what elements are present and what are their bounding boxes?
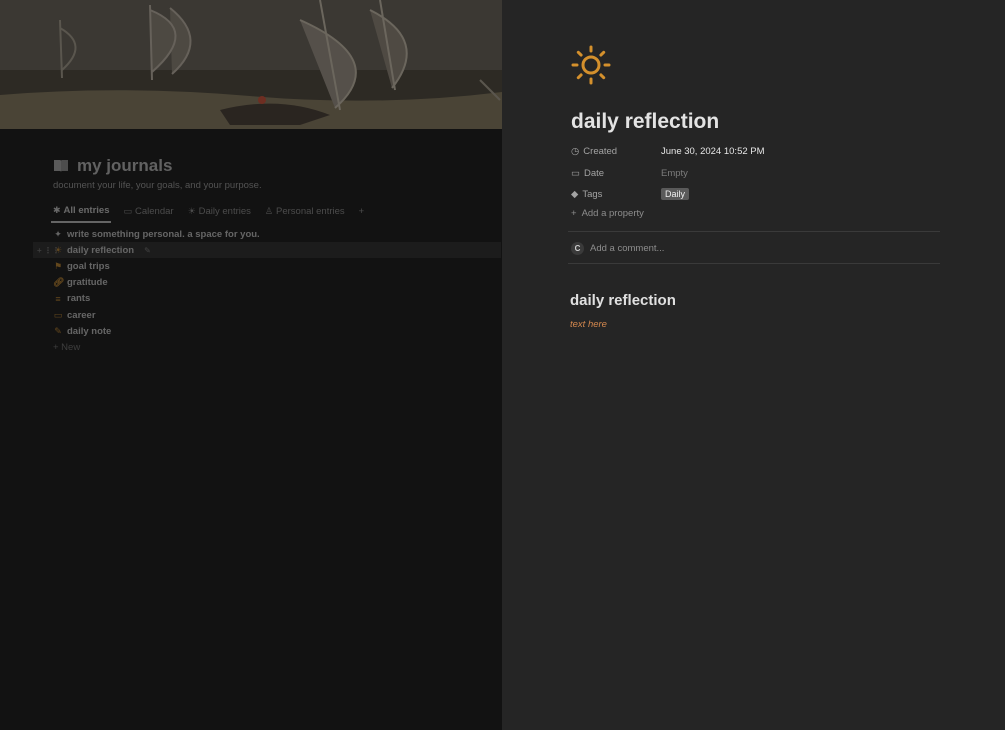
property-tags[interactable]: ◆ Tags Daily: [571, 188, 690, 200]
divider: [568, 231, 940, 232]
list-item[interactable]: ✎ daily note: [53, 323, 501, 339]
calendar-icon: ▭: [123, 206, 132, 216]
page-title: my journals: [77, 156, 173, 175]
tab-all-entries[interactable]: ✱ All entries: [51, 204, 112, 223]
new-entry-button[interactable]: + New: [53, 339, 501, 355]
flag-icon: ⚑: [53, 260, 63, 271]
entries-list: ✦ write something personal. a space for …: [33, 226, 501, 356]
page-title[interactable]: daily reflection: [571, 110, 719, 134]
tag-icon: ◆: [571, 188, 579, 200]
content-heading[interactable]: daily reflection: [570, 292, 676, 309]
comment-placeholder[interactable]: Add a comment...: [590, 243, 664, 254]
add-property-button[interactable]: + Add a property: [571, 208, 644, 219]
list-item[interactable]: ✦ write something personal. a space for …: [53, 226, 501, 242]
list-item[interactable]: ≡ rants: [53, 291, 501, 307]
content-text[interactable]: text here: [570, 319, 607, 330]
diamond-icon: ✦: [54, 228, 62, 239]
divider: [568, 263, 940, 264]
link-icon: 🔗︎: [53, 277, 65, 288]
tab-calendar[interactable]: ▭ Calendar: [121, 204, 175, 223]
page-description: document your life, your goals, and your…: [53, 180, 262, 191]
comment-input[interactable]: C Add a comment...: [571, 242, 664, 255]
briefcase-icon: ▭: [53, 309, 63, 320]
sun-icon: ☀: [187, 206, 196, 216]
plus-icon: +: [571, 208, 577, 219]
created-value: June 30, 2024 10:52 PM: [661, 146, 765, 157]
tab-personal-entries[interactable]: ♙ Personal entries: [263, 204, 347, 223]
sun-icon[interactable]: [571, 45, 611, 85]
clock-icon: ◷: [571, 146, 580, 157]
cover-image: [0, 0, 502, 129]
list-item[interactable]: 🔗︎ gratitude: [53, 275, 501, 291]
date-value[interactable]: Empty: [661, 168, 688, 179]
edit-icon[interactable]: ✎: [144, 246, 151, 255]
property-date[interactable]: ▭ Date Empty: [571, 168, 688, 179]
list-item[interactable]: + ⋮⋮ ☀ daily reflection ✎: [33, 242, 501, 259]
property-created[interactable]: ◷ Created June 30, 2024 10:52 PM: [571, 146, 765, 157]
lines-icon: ≡: [55, 293, 61, 304]
asterisk-icon: ✱: [53, 205, 61, 215]
page-header: my journals: [53, 156, 172, 176]
calendar-icon: ▭: [571, 168, 580, 179]
view-tabs: ✱ All entries ▭ Calendar ☀ Daily entries…: [51, 204, 366, 223]
background-page: my journals document your life, your goa…: [0, 0, 502, 730]
add-view-button[interactable]: +: [357, 204, 367, 223]
person-icon: ♙: [264, 206, 273, 216]
book-icon: [54, 160, 68, 172]
tag-badge[interactable]: Daily: [661, 188, 690, 200]
tab-daily-entries[interactable]: ☀ Daily entries: [186, 204, 253, 223]
list-item[interactable]: ▭ career: [53, 307, 501, 323]
avatar: C: [571, 242, 584, 255]
pencil-icon: ✎: [54, 325, 62, 336]
drag-handle-icon[interactable]: + ⋮⋮: [37, 246, 60, 255]
side-peek-panel: daily reflection ◷ Created June 30, 2024…: [502, 0, 1005, 730]
list-item[interactable]: ⚑ goal trips: [53, 258, 501, 274]
